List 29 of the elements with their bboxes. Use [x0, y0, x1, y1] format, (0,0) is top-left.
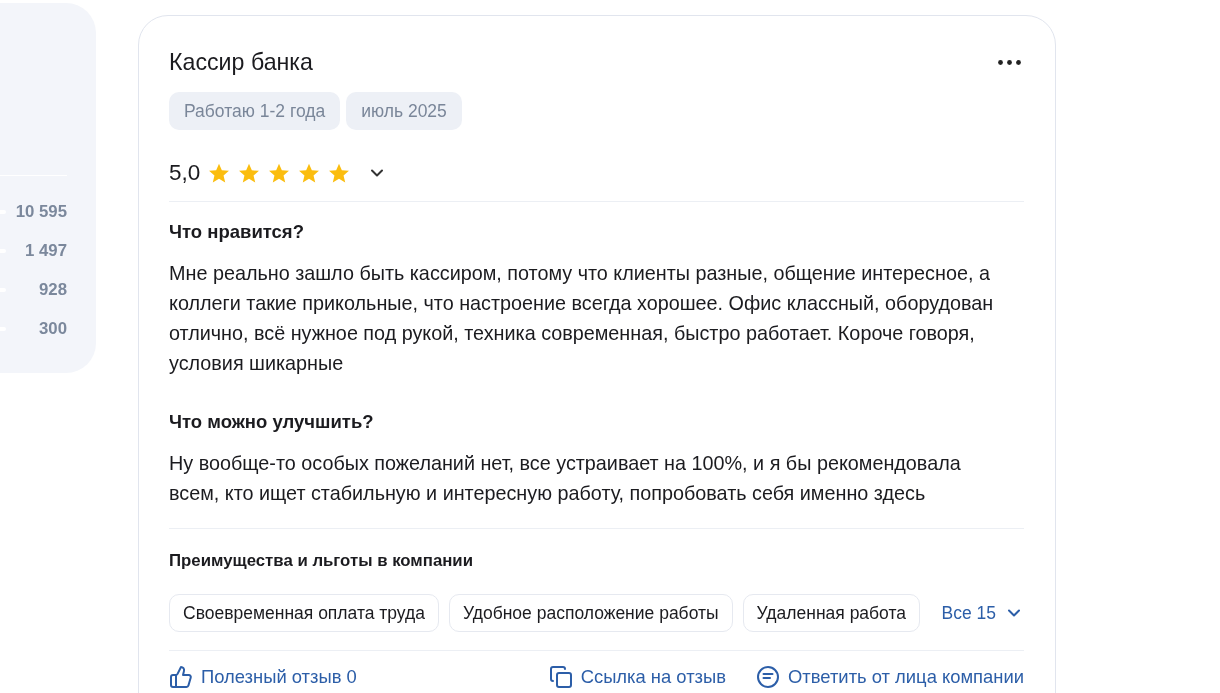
review-title: Кассир банка: [169, 48, 313, 77]
thumbs-up-icon: [169, 665, 193, 689]
copy-icon: [548, 665, 573, 689]
helpful-link[interactable]: Полезный отзыв 0: [169, 665, 357, 689]
star-icon: [208, 162, 231, 184]
more-options-icon[interactable]: [998, 60, 1021, 65]
rating-count: 1 497: [25, 240, 67, 261]
message-icon: [756, 665, 781, 689]
review-text: Ну вообще-то особых пожеланий нет, все устраивает на 100%, и я бы рекомендовала всем, кто ищет стабильную и интересную работу, попробовать себя именно здесь: [169, 451, 962, 506]
reply-link[interactable]: Ответить от лица компании: [756, 665, 1024, 689]
review-tag: Работаю 1-2 года: [169, 92, 341, 130]
review-link[interactable]: Ссылка на отзыв: [548, 665, 727, 689]
star-icon: [298, 162, 321, 184]
show-all-button[interactable]: Все 15: [941, 602, 1024, 624]
benefits-heading: Преимущества и льготы в компании: [169, 550, 474, 572]
star-icon: [328, 162, 351, 184]
review-tag: июль 2025: [346, 92, 462, 130]
rating-count: 10 595: [15, 201, 67, 222]
star-icon: [238, 162, 261, 184]
review-text: Мне реально зашло быть кассиром, потому что клиенты разные, общение интересное, а коллеги такие прикольные, что настроение всегда хорошее. Офис классный, оборудован отлично, всё нужное под рукой, техника современная, быстро работает. Короче говоря, условия шикарные: [169, 261, 995, 376]
section-heading: Что можно улучшить?: [169, 410, 375, 434]
rating-count: 928: [39, 279, 67, 300]
section-heading: Что нравится?: [169, 220, 305, 244]
benefit-chip: Своевременная оплата труда: [169, 594, 439, 632]
rating-score: 5,0: [169, 160, 201, 186]
benefit-chip: Удаленная работа: [742, 594, 921, 632]
rating-count: 300: [39, 318, 67, 339]
star-icon: [268, 162, 291, 184]
benefit-chip: Удобное расположение работы: [449, 594, 733, 632]
